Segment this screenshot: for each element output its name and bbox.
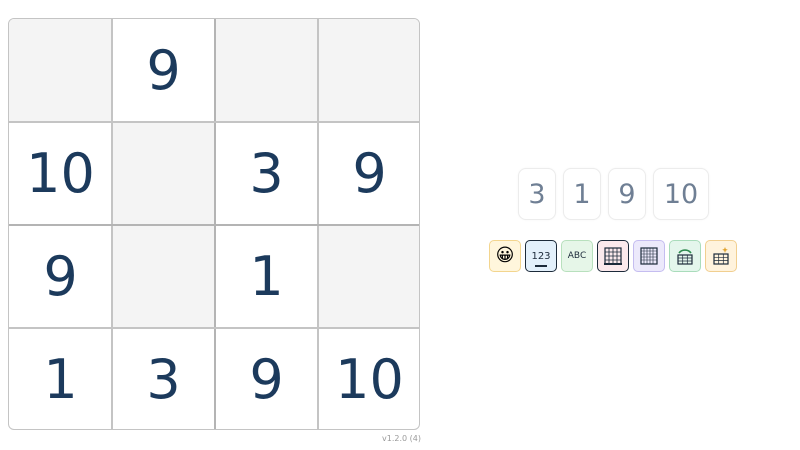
numbers-icon: 123 [531,250,551,262]
puzzle-board: 9 10 3 9 9 1 1 3 9 10 [8,18,420,430]
emoji-mode-button[interactable]: 😀 [489,240,521,272]
selected-underline [535,265,547,267]
board-cell[interactable] [318,19,419,122]
numbers-mode-button[interactable]: 123 [525,240,557,272]
choice-button[interactable]: 3 [518,168,556,220]
number-choices: 3 1 9 10 [518,168,709,220]
grid-sparkle-icon [713,247,729,265]
board-cell[interactable] [9,19,112,122]
emoji-icon: 😀 [495,245,515,266]
choice-button[interactable]: 9 [608,168,646,220]
board-cell[interactable]: 9 [215,328,318,429]
board-cell[interactable] [215,19,318,122]
board-cell[interactable]: 9 [112,19,215,122]
version-label: v1.2.0 (4) [382,434,421,443]
board-cell[interactable]: 10 [318,328,419,429]
grid-icon [604,247,622,265]
grid-mode-button[interactable] [597,240,629,272]
grid-sparkle-button[interactable] [705,240,737,272]
tool-bar: 😀 123 ABC [489,240,737,272]
choice-button[interactable]: 1 [563,168,601,220]
letters-mode-button[interactable]: ABC [561,240,593,272]
board-cell[interactable] [318,225,419,328]
grid-dense-icon [640,247,658,265]
board-cell[interactable]: 1 [9,328,112,429]
choice-button[interactable]: 10 [653,168,709,220]
grid-rotate-icon [677,249,693,265]
board-cell[interactable]: 10 [9,122,112,225]
board-cell[interactable] [112,225,215,328]
grid-line [9,327,419,329]
board-cell[interactable]: 3 [215,122,318,225]
grid-dense-button[interactable] [633,240,665,272]
board-cell[interactable] [112,122,215,225]
board-cell[interactable]: 9 [9,225,112,328]
board-cell[interactable]: 3 [112,328,215,429]
grid-rotate-button[interactable] [669,240,701,272]
board-cell[interactable]: 9 [318,122,419,225]
letters-icon: ABC [567,251,587,261]
grid-line [9,121,419,123]
board-cell[interactable]: 1 [215,225,318,328]
block-divider [9,224,419,226]
